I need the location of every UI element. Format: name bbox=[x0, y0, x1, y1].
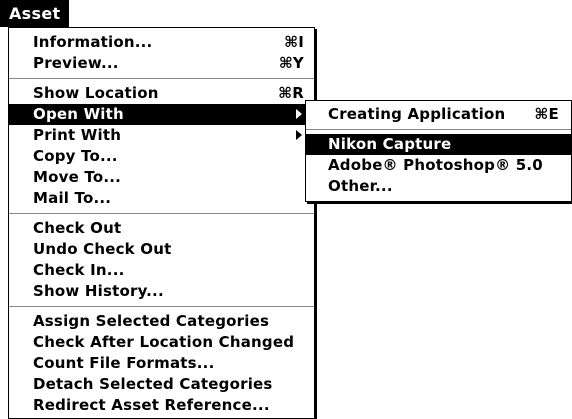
menu-item-label: Check After Location Changed bbox=[33, 333, 295, 351]
menu-item-information[interactable]: Information... ⌘I bbox=[9, 32, 314, 53]
menu-item-label: Redirect Asset Reference... bbox=[33, 396, 270, 414]
menu-item-label: Check Out bbox=[33, 219, 122, 237]
menu-item-check-out[interactable]: Check Out bbox=[9, 218, 314, 239]
menu-item-check-in[interactable]: Check In... bbox=[9, 260, 314, 281]
menu-item-show-location[interactable]: Show Location ⌘R bbox=[9, 83, 314, 104]
menu-separator bbox=[306, 129, 571, 130]
submenu-item-other[interactable]: Other... bbox=[306, 176, 571, 197]
menu-item-shortcut: ⌘Y bbox=[278, 54, 304, 72]
menu-item-label: Undo Check Out bbox=[33, 240, 172, 258]
submenu-item-creating-application[interactable]: Creating Application ⌘E bbox=[306, 104, 571, 125]
menu-item-label: Detach Selected Categories bbox=[33, 375, 273, 393]
menu-item-label: Show Location bbox=[33, 84, 159, 102]
menu-item-label: Other... bbox=[328, 177, 393, 195]
menu-item-assign-selected-categories[interactable]: Assign Selected Categories bbox=[9, 311, 314, 332]
menu-item-count-file-formats[interactable]: Count File Formats... bbox=[9, 353, 314, 374]
menu-item-detach-selected-categories[interactable]: Detach Selected Categories bbox=[9, 374, 314, 395]
menu-item-shortcut: ⌘R bbox=[278, 84, 304, 102]
menu-item-mail-to[interactable]: Mail To... bbox=[9, 188, 314, 209]
menu-item-shortcut: ⌘E bbox=[534, 105, 559, 123]
menu-item-move-to[interactable]: Move To... bbox=[9, 167, 314, 188]
menu-separator bbox=[9, 306, 314, 307]
menu-title-asset[interactable]: Asset bbox=[0, 0, 69, 27]
menu-item-shortcut: ⌘I bbox=[284, 33, 304, 51]
menu-item-label: Count File Formats... bbox=[33, 354, 215, 372]
menu-item-undo-check-out[interactable]: Undo Check Out bbox=[9, 239, 314, 260]
menu-item-open-with[interactable]: Open With bbox=[9, 104, 314, 125]
submenu-arrow-icon bbox=[296, 109, 302, 119]
menu-item-label: Creating Application bbox=[328, 105, 506, 123]
menu-item-label: Mail To... bbox=[33, 189, 112, 207]
menu-item-print-with[interactable]: Print With bbox=[9, 125, 314, 146]
menu-item-label: Assign Selected Categories bbox=[33, 312, 270, 330]
open-with-submenu: Creating Application ⌘E Nikon Capture Ad… bbox=[305, 100, 572, 202]
menu-item-label: Preview... bbox=[33, 54, 119, 72]
submenu-item-adobe-photoshop[interactable]: Adobe® Photoshop® 5.0 bbox=[306, 155, 571, 176]
menu-item-label: Nikon Capture bbox=[328, 135, 452, 153]
menu-item-copy-to[interactable]: Copy To... bbox=[9, 146, 314, 167]
menu-item-label: Print With bbox=[33, 126, 122, 144]
menu-separator bbox=[9, 78, 314, 79]
menu-item-label: Check In... bbox=[33, 261, 125, 279]
menu-item-redirect-asset-reference[interactable]: Redirect Asset Reference... bbox=[9, 395, 314, 416]
submenu-item-nikon-capture[interactable]: Nikon Capture bbox=[306, 134, 571, 155]
menu-item-label: Adobe® Photoshop® 5.0 bbox=[328, 156, 543, 174]
menu-item-preview[interactable]: Preview... ⌘Y bbox=[9, 53, 314, 74]
menu-item-label: Information... bbox=[33, 33, 153, 51]
menu-item-label: Copy To... bbox=[33, 147, 118, 165]
asset-menu: Information... ⌘I Preview... ⌘Y Show Loc… bbox=[8, 27, 315, 419]
submenu-arrow-icon bbox=[296, 130, 302, 140]
menu-item-show-history[interactable]: Show History... bbox=[9, 281, 314, 302]
menu-item-label: Show History... bbox=[33, 282, 164, 300]
menu-item-label: Open With bbox=[33, 105, 124, 123]
menu-item-label: Move To... bbox=[33, 168, 122, 186]
menu-item-check-after-location-changed[interactable]: Check After Location Changed bbox=[9, 332, 314, 353]
menu-separator bbox=[9, 213, 314, 214]
